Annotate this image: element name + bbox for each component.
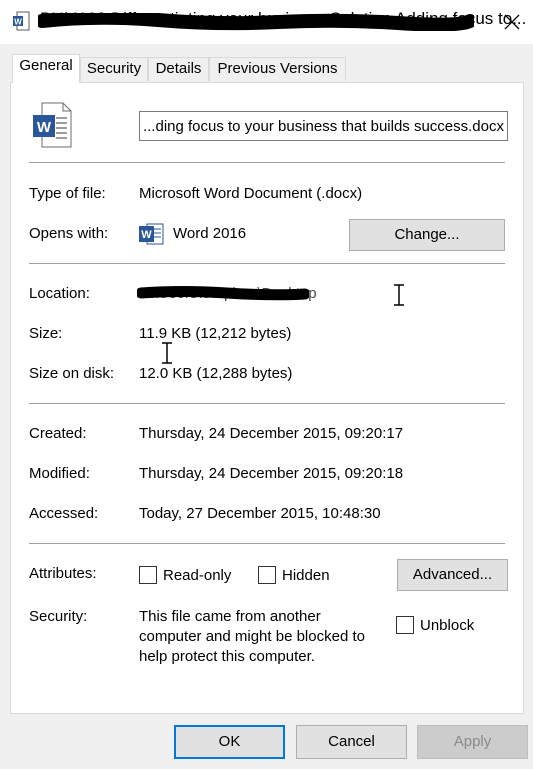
size-on-disk-label: Size on disk:: [29, 365, 115, 382]
accessed-value: Today, 27 December 2015, 10:48:30: [139, 505, 381, 522]
text-cursor-icon: [392, 283, 406, 307]
filename-text: ...ding focus to your business that buil…: [142, 117, 504, 135]
unblock-label[interactable]: Unblock: [420, 617, 474, 634]
separator: [29, 263, 505, 264]
security-text-line-1: This file came from another: [139, 608, 321, 625]
tab-general[interactable]: General: [12, 54, 80, 83]
tab-security[interactable]: Security: [80, 57, 148, 81]
hidden-label[interactable]: Hidden: [282, 567, 330, 584]
tab-details[interactable]: Details: [148, 57, 209, 81]
separator: [29, 403, 505, 404]
close-icon: [504, 14, 520, 30]
created-label: Created:: [29, 425, 87, 442]
tab-previous-versions[interactable]: Previous Versions: [209, 57, 346, 81]
read-only-label[interactable]: Read-only: [163, 567, 231, 584]
created-value: Thursday, 24 December 2015, 09:20:17: [139, 425, 404, 442]
size-value: 11.9 KB (12,212 bytes): [139, 325, 292, 342]
security-text-line-3: help protect this computer.: [139, 648, 315, 665]
filename-input[interactable]: ...ding focus to your business that buil…: [139, 111, 508, 141]
title-bar: W BUM183 Differentiating your business S…: [0, 0, 533, 44]
separator: [29, 543, 505, 544]
opens-with-value: Word 2016: [173, 225, 247, 242]
unblock-checkbox[interactable]: [396, 616, 414, 634]
security-label: Security:: [29, 608, 88, 625]
modified-value: Thursday, 24 December 2015, 09:20:18: [139, 465, 404, 482]
ok-button[interactable]: OK: [174, 725, 285, 759]
word-icon: W: [138, 222, 164, 246]
hidden-checkbox[interactable]: [258, 566, 276, 584]
advanced-button[interactable]: Advanced...: [397, 559, 508, 591]
size-on-disk-value: 12.0 KB (12,288 bytes): [139, 365, 293, 382]
type-of-file-label: Type of file:: [29, 185, 106, 202]
text-cursor-icon: [160, 341, 174, 365]
location-label: Location:: [29, 285, 90, 302]
accessed-label: Accessed:: [29, 505, 99, 522]
cancel-button[interactable]: Cancel: [296, 725, 407, 759]
svg-text:W: W: [141, 229, 152, 241]
word-document-icon: W: [32, 102, 72, 148]
opens-with-label: Opens with:: [29, 225, 109, 242]
read-only-checkbox[interactable]: [139, 566, 157, 584]
svg-text:W: W: [37, 119, 52, 136]
size-label: Size:: [29, 325, 63, 342]
location-redaction: [135, 285, 311, 301]
separator: [29, 162, 505, 163]
close-button[interactable]: [498, 8, 526, 36]
attributes-label: Attributes:: [29, 565, 97, 582]
svg-text:W: W: [14, 18, 22, 27]
modified-label: Modified:: [29, 465, 90, 482]
title-redaction: [35, 10, 477, 32]
word-document-icon: W: [12, 11, 30, 31]
security-text-line-2: computer and might be blocked to: [139, 628, 365, 645]
type-of-file-value: Microsoft Word Document (.docx): [139, 185, 363, 202]
change-button[interactable]: Change...: [349, 219, 505, 251]
apply-button[interactable]: Apply: [417, 725, 528, 759]
